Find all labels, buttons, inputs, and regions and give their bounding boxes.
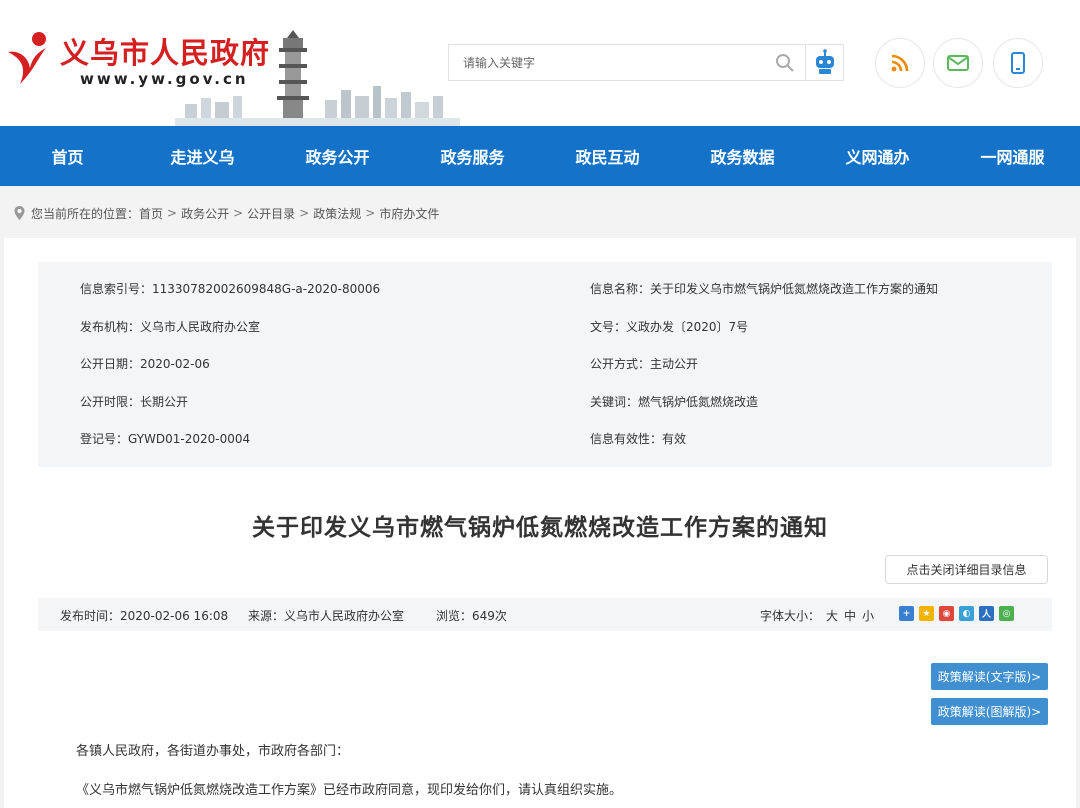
content-card: 信息索引号：11330782002609848G-a-2020-80006 信息… [4, 238, 1076, 808]
nav-item-about-yiwu[interactable]: 走进义乌 [135, 126, 270, 186]
qzone-icon[interactable]: ★ [919, 606, 934, 621]
info-validity: 信息有效性：有效 [590, 432, 687, 446]
info-keywords: 关键词：燃气锅炉低氮燃烧改造 [590, 395, 759, 409]
document-title: 关于印发义乌市燃气锅炉低氮燃烧改造工作方案的通知 [252, 514, 828, 541]
article-meta-bar: 发布时间：2020-02-06 16:08 来源：义乌市人民政府办公室 浏览：6… [38, 598, 1052, 631]
nav-item-online-service[interactable]: 义网通办 [810, 126, 945, 186]
info-doc-number: 文号：义政办发〔2020〕7号 [590, 320, 749, 334]
font-size-large[interactable]: 大 [826, 609, 838, 623]
breadcrumb: 您当前所在的位置： 首页 > 政务公开 > 公开目录 > 政策法规 > 市府办文… [14, 204, 439, 222]
breadcrumb-item-city-docs[interactable]: 市府办文件 [379, 205, 439, 222]
article-paragraph: 《义乌市燃气锅炉低氮燃烧改造工作方案》已经市政府同意，现印发给你们，请认真组织实… [76, 783, 623, 798]
main-nav: 首页 走进义乌 政务公开 政务服务 政民互动 政务数据 义网通办 一网通服 [0, 126, 1080, 186]
wechat-icon[interactable]: ◎ [999, 606, 1014, 621]
breadcrumb-separator: > [365, 206, 376, 220]
share-bar: + ★ ◉ ◐ 人 ◎ [899, 606, 1014, 621]
publish-time: 发布时间：2020-02-06 16:08 [60, 609, 229, 623]
renren-icon[interactable]: 人 [979, 606, 994, 621]
search-icon[interactable] [775, 53, 795, 73]
info-metadata-panel: 信息索引号：11330782002609848G-a-2020-80006 信息… [38, 262, 1052, 467]
robot-icon [816, 49, 834, 74]
close-catalog-button[interactable]: 点击关闭详细目录信息 [885, 555, 1048, 584]
search-input[interactable] [449, 45, 769, 80]
info-name: 信息名称：关于印发义乌市燃气锅炉低氮燃烧改造工作方案的通知 [590, 282, 939, 296]
info-open-mode: 公开方式：主动公开 [590, 357, 699, 371]
breadcrumb-prefix: 您当前所在的位置： [31, 206, 140, 221]
article-salutation: 各镇人民政府，各街道办事处，市政府各部门： [76, 744, 350, 759]
breadcrumb-separator: > [299, 206, 310, 220]
nav-item-gov-open[interactable]: 政务公开 [270, 126, 405, 186]
breadcrumb-item-gov-open[interactable]: 政务公开 [181, 205, 229, 222]
search-box [448, 44, 806, 81]
policy-interpretation-text-button[interactable]: 政策解读(文字版)> [931, 663, 1048, 690]
policy-interpretation-graphic-button[interactable]: 政策解读(图解版)> [931, 698, 1048, 725]
tencent-weibo-icon[interactable]: ◐ [959, 606, 974, 621]
robot-assistant-button[interactable] [806, 44, 844, 81]
info-publisher: 发布机构：义乌市人民政府办公室 [80, 320, 261, 334]
font-size-label: 字体大小： [760, 609, 821, 623]
mail-icon [947, 55, 969, 71]
nav-item-one-network[interactable]: 一网通服 [945, 126, 1080, 186]
view-count: 浏览：649次 [436, 609, 507, 623]
weibo-icon[interactable]: ◉ [939, 606, 954, 621]
info-open-period: 公开时限：长期公开 [80, 395, 189, 409]
mail-button[interactable] [933, 38, 983, 88]
font-size-medium[interactable]: 中 [844, 609, 856, 623]
nav-item-interaction[interactable]: 政民互动 [540, 126, 675, 186]
nav-item-gov-service[interactable]: 政务服务 [405, 126, 540, 186]
info-index-number: 信息索引号：11330782002609848G-a-2020-80006 [80, 282, 381, 296]
rss-button[interactable] [875, 38, 925, 88]
share-plus-icon[interactable]: + [899, 606, 914, 621]
font-size-small[interactable]: 小 [862, 609, 874, 623]
location-pin-icon [14, 206, 25, 220]
article-source: 来源：义乌市人民政府办公室 [248, 609, 405, 623]
nav-item-home[interactable]: 首页 [0, 126, 135, 186]
city-skyline-image [175, 30, 460, 126]
rss-icon [891, 54, 909, 72]
nav-item-gov-data[interactable]: 政务数据 [675, 126, 810, 186]
site-header: 义乌市人民政府 www.yw.gov.cn [0, 0, 1080, 126]
breadcrumb-item-home[interactable]: 首页 [139, 205, 163, 222]
breadcrumb-separator: > [167, 206, 178, 220]
info-registration-number: 登记号：GYWD01-2020-0004 [80, 432, 251, 446]
info-open-date: 公开日期：2020-02-06 [80, 357, 210, 371]
mobile-button[interactable] [993, 38, 1043, 88]
breadcrumb-separator: > [233, 206, 244, 220]
breadcrumb-item-policy[interactable]: 政策法规 [313, 205, 361, 222]
breadcrumb-item-catalog[interactable]: 公开目录 [247, 205, 295, 222]
logo-mark-icon[interactable] [6, 30, 52, 86]
font-size-control: 字体大小： 大中小 [760, 607, 874, 624]
mobile-icon [1011, 52, 1025, 74]
